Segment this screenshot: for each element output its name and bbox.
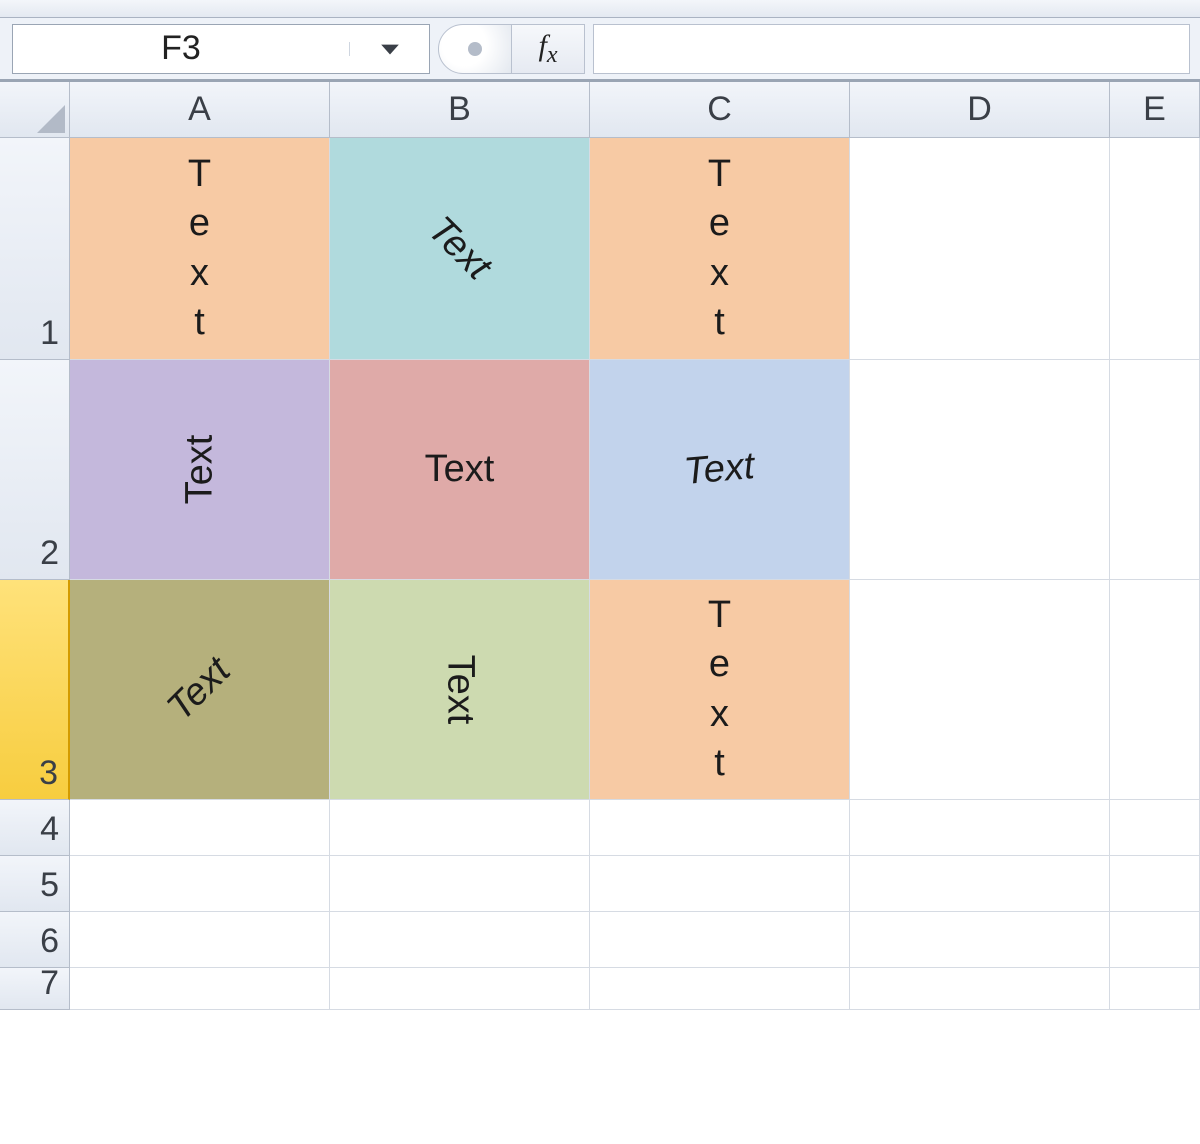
cell-A4[interactable]	[70, 800, 330, 856]
cell-B2-text: Text	[425, 448, 495, 491]
cell-C2-text: Text	[683, 445, 757, 494]
cell-A1[interactable]: Text	[70, 138, 330, 360]
cell-C1[interactable]: Text	[590, 138, 850, 360]
cell-E1[interactable]	[1110, 138, 1200, 360]
cell-D5[interactable]	[850, 856, 1110, 912]
cell-A3-text: Text	[159, 649, 239, 729]
ribbon-strip	[0, 0, 1200, 18]
cell-D1[interactable]	[850, 138, 1110, 360]
cell-D3[interactable]	[850, 580, 1110, 800]
fx-label: fx	[539, 29, 558, 69]
name-box-dropdown[interactable]	[349, 42, 429, 56]
cell-E2[interactable]	[1110, 360, 1200, 580]
col-header-A[interactable]: A	[70, 82, 330, 138]
formula-input[interactable]	[593, 24, 1190, 74]
cell-A5[interactable]	[70, 856, 330, 912]
row-header-5[interactable]: 5	[0, 856, 70, 912]
cell-C3-text: Text	[708, 591, 731, 789]
cell-A1-text: Text	[188, 150, 211, 348]
name-box[interactable]: F3	[12, 24, 430, 74]
cancel-formula-button[interactable]	[438, 24, 512, 74]
cell-A2[interactable]: Text	[70, 360, 330, 580]
cell-C5[interactable]	[590, 856, 850, 912]
cell-B3-text: Text	[438, 655, 481, 725]
row-header-4[interactable]: 4	[0, 800, 70, 856]
insert-function-button[interactable]: fx	[511, 24, 585, 74]
row-header-3[interactable]: 3	[0, 580, 70, 800]
fx-controls: fx	[438, 24, 585, 74]
cell-D6[interactable]	[850, 912, 1110, 968]
cell-B4[interactable]	[330, 800, 590, 856]
col-header-B[interactable]: B	[330, 82, 590, 138]
formula-bar: F3 fx	[0, 18, 1200, 80]
cell-C1-text: Text	[708, 150, 731, 348]
cell-C3[interactable]: Text	[590, 580, 850, 800]
cell-E5[interactable]	[1110, 856, 1200, 912]
cell-C2[interactable]: Text	[590, 360, 850, 580]
cell-E6[interactable]	[1110, 912, 1200, 968]
cell-B1[interactable]: Text	[330, 138, 590, 360]
row-header-7[interactable]: 7	[0, 968, 70, 1010]
cell-A3[interactable]: Text	[70, 580, 330, 800]
cell-B6[interactable]	[330, 912, 590, 968]
select-all-corner[interactable]	[0, 82, 70, 138]
cell-B2[interactable]: Text	[330, 360, 590, 580]
row-header-2[interactable]: 2	[0, 360, 70, 580]
cell-B3[interactable]: Text	[330, 580, 590, 800]
cell-B1-text: Text	[419, 208, 499, 288]
cell-E7[interactable]	[1110, 968, 1200, 1010]
col-header-E[interactable]: E	[1110, 82, 1200, 138]
cell-C4[interactable]	[590, 800, 850, 856]
chevron-down-icon	[379, 42, 401, 56]
cell-D7[interactable]	[850, 968, 1110, 1010]
row-header-6[interactable]: 6	[0, 912, 70, 968]
cell-C6[interactable]	[590, 912, 850, 968]
cell-D2[interactable]	[850, 360, 1110, 580]
cell-B5[interactable]	[330, 856, 590, 912]
col-header-D[interactable]: D	[850, 82, 1110, 138]
cell-D4[interactable]	[850, 800, 1110, 856]
bullet-icon	[468, 42, 482, 56]
row-header-1[interactable]: 1	[0, 138, 70, 360]
col-header-C[interactable]: C	[590, 82, 850, 138]
cell-E3[interactable]	[1110, 580, 1200, 800]
cell-A6[interactable]	[70, 912, 330, 968]
cell-E4[interactable]	[1110, 800, 1200, 856]
cell-B7[interactable]	[330, 968, 590, 1010]
name-box-value: F3	[13, 29, 349, 68]
cell-C7[interactable]	[590, 968, 850, 1010]
cell-A7[interactable]	[70, 968, 330, 1010]
cell-A2-text: Text	[178, 435, 221, 505]
spreadsheet-grid[interactable]: A B C D E 1 Text Text Text 2 Text Text T…	[0, 80, 1200, 1010]
